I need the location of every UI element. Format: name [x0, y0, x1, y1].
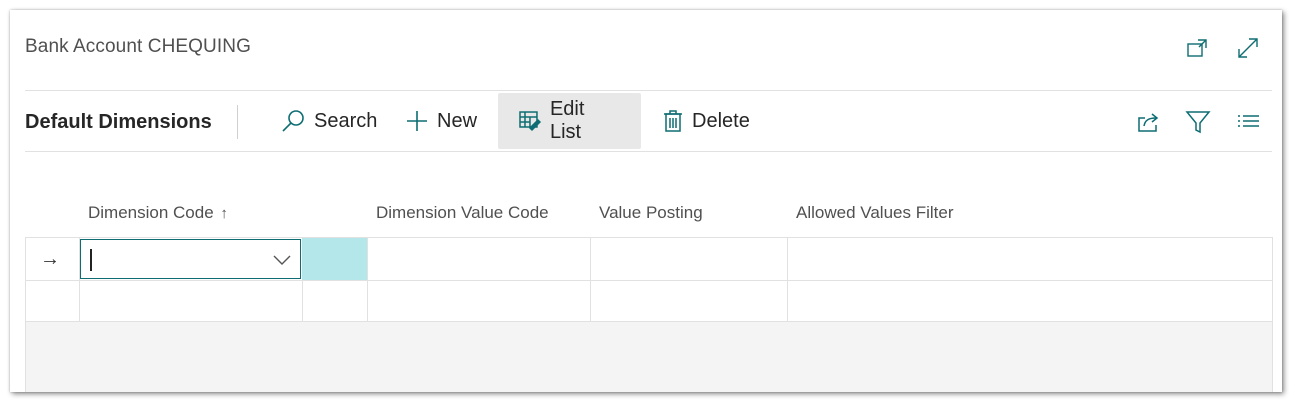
- edit-list-button[interactable]: Edit List: [498, 93, 641, 149]
- title-divider: [25, 90, 1272, 91]
- expand-icon[interactable]: [1236, 36, 1260, 60]
- sort-ascending-icon: ↑: [220, 205, 228, 222]
- trash-icon: [664, 110, 682, 132]
- command-bar-divider: [25, 151, 1272, 152]
- edit-list-icon: [519, 111, 542, 132]
- command-bar: Default Dimensions Search New Edit List: [10, 92, 1282, 150]
- column-header-allowed-values-filter[interactable]: Allowed Values Filter: [796, 203, 953, 223]
- column-header-label: Dimension Code: [88, 203, 214, 222]
- new-button[interactable]: New: [405, 93, 477, 149]
- page-name: Default Dimensions: [25, 111, 212, 133]
- grid-empty-area: [25, 322, 1273, 392]
- delete-button[interactable]: Delete: [662, 93, 750, 149]
- search-button-label: Search: [314, 109, 378, 132]
- filter-icon[interactable]: [1185, 109, 1211, 135]
- search-button[interactable]: Search: [280, 93, 377, 149]
- page-frame: Bank Account CHEQUING Default Dimensions…: [10, 10, 1282, 392]
- dimension-code-input[interactable]: [80, 239, 301, 279]
- column-header-value-posting[interactable]: Value Posting: [599, 203, 703, 223]
- table-row[interactable]: →: [26, 238, 1272, 280]
- share-icon[interactable]: [1135, 109, 1161, 135]
- table-row[interactable]: [26, 281, 1272, 323]
- default-dimensions-grid: →: [25, 237, 1273, 323]
- column-header-dimension-value-code[interactable]: Dimension Value Code: [376, 203, 549, 223]
- chevron-down-icon[interactable]: [272, 251, 292, 267]
- column-header-dimension-code[interactable]: Dimension Code ↑: [88, 203, 228, 223]
- delete-button-label: Delete: [692, 109, 750, 132]
- plus-icon: [407, 111, 427, 131]
- list-view-icon[interactable]: [1235, 109, 1261, 135]
- page-title: Bank Account CHEQUING: [25, 36, 251, 57]
- search-icon: [282, 110, 304, 132]
- edit-list-button-label: Edit List: [549, 98, 585, 143]
- current-row-arrow-icon: →: [40, 248, 60, 270]
- text-caret: [90, 249, 92, 271]
- selected-row-cell: [302, 238, 367, 280]
- command-separator: [237, 105, 238, 139]
- new-button-label: New: [437, 109, 478, 132]
- open-in-new-window-icon[interactable]: [1186, 36, 1210, 60]
